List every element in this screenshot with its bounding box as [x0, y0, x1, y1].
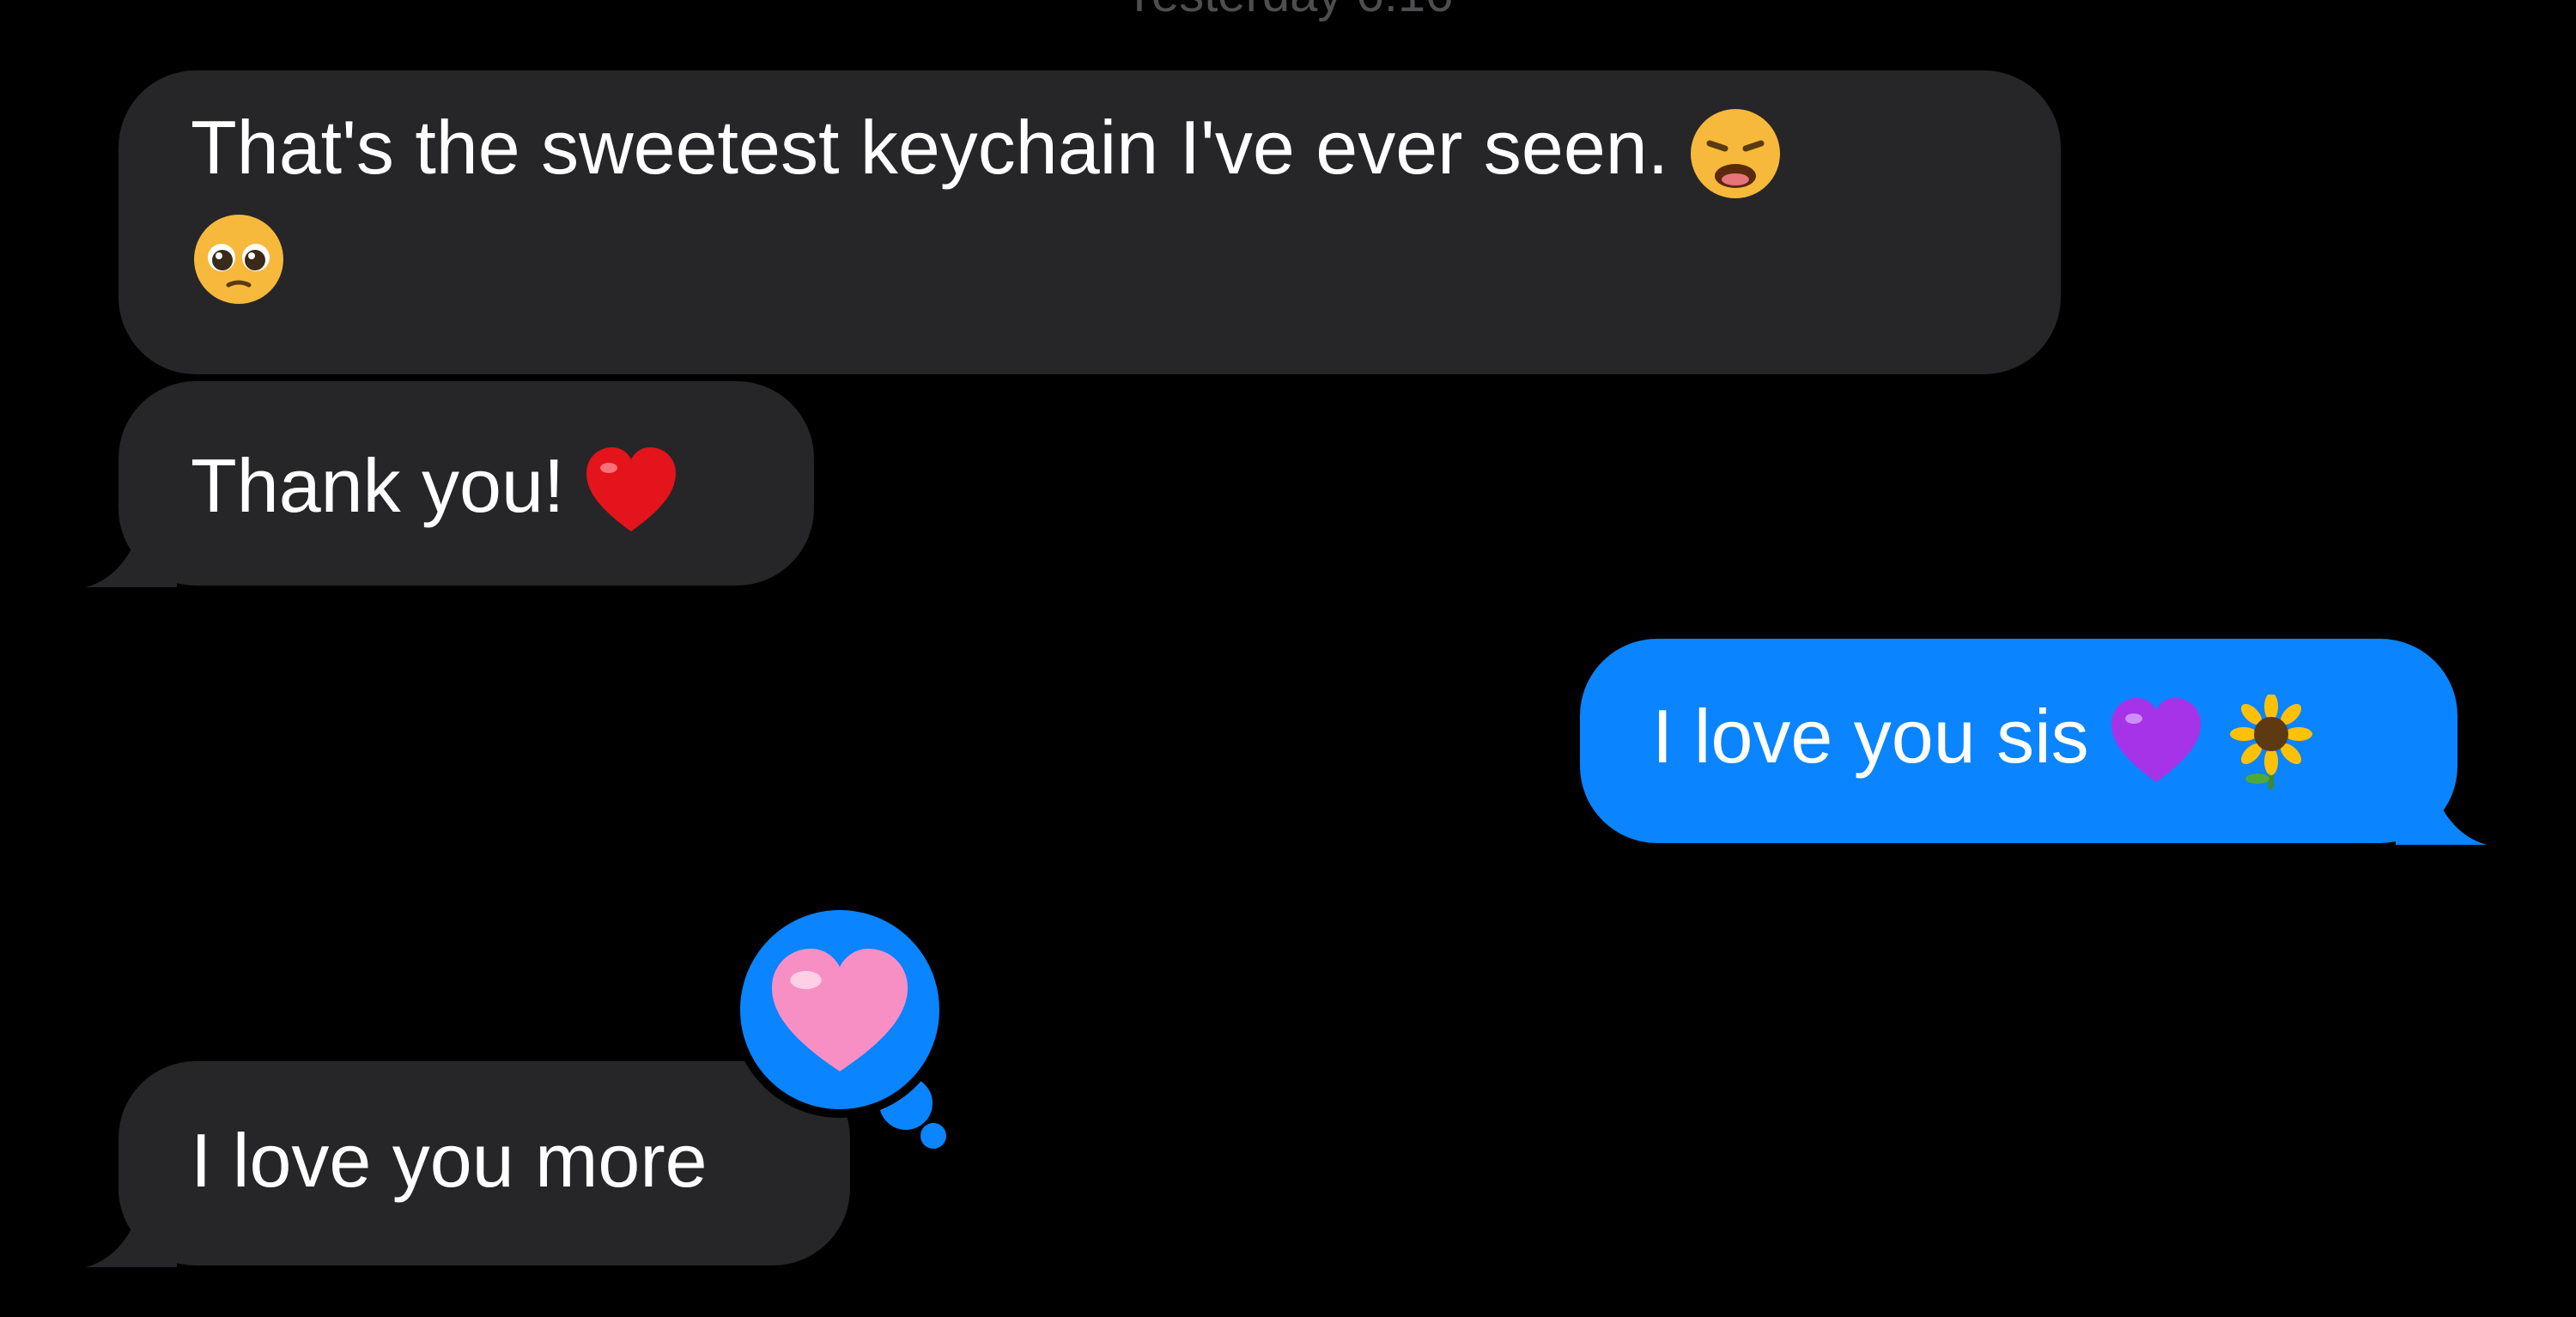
- message-text: Thank you!: [191, 443, 565, 528]
- message-text: I love you sis: [1652, 694, 2089, 779]
- tapback-reaction[interactable]: [732, 901, 948, 1118]
- message-text: That's the sweetest keychain I've ever s…: [191, 105, 1669, 190]
- sunflower-icon: [2223, 694, 2319, 791]
- message-text: I love you more: [191, 1118, 708, 1203]
- pleading-face-icon: [191, 211, 287, 307]
- tapback-tail-dot-small: [920, 1123, 946, 1149]
- received-message-bubble[interactable]: I love you more: [118, 1061, 850, 1265]
- bubble-tail: [86, 536, 177, 587]
- purple-heart-icon: [2108, 695, 2204, 791]
- weary-face-icon: [1687, 106, 1783, 202]
- bubble-tail: [86, 1216, 177, 1267]
- timestamp-header: Yesterday 6:16: [1030, 0, 1546, 23]
- received-message-bubble[interactable]: Thank you!: [118, 381, 814, 586]
- red-heart-icon: [583, 444, 679, 540]
- pink-heart-icon: [766, 946, 914, 1081]
- sent-message-bubble[interactable]: I love you sis: [1580, 639, 2458, 843]
- received-message-bubble[interactable]: That's the sweetest keychain I've ever s…: [118, 70, 2061, 374]
- bubble-tail: [2396, 793, 2487, 845]
